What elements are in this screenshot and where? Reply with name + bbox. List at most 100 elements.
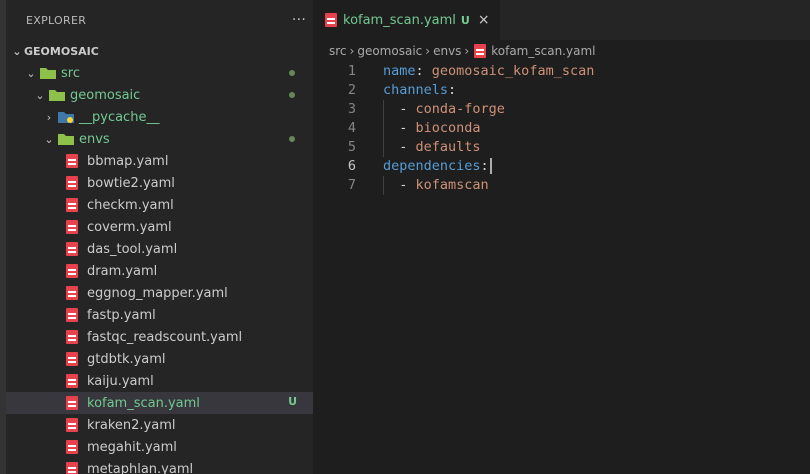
folder-item[interactable]: ⌄ src xyxy=(6,62,313,84)
folder-item[interactable]: › __pycache__ xyxy=(6,106,313,128)
code-line: 7 - kofamscan xyxy=(313,176,810,195)
yaml-value: kofamscan xyxy=(415,177,489,193)
line-number: 1 xyxy=(347,63,356,79)
file-item[interactable]: metaphlan.yaml xyxy=(6,458,313,474)
yaml-key: channels xyxy=(383,82,449,98)
yaml-file-icon xyxy=(66,352,78,366)
yaml-file-icon xyxy=(66,396,78,410)
folder-icon xyxy=(49,90,65,101)
yaml-file-icon xyxy=(66,418,78,432)
git-status-dot xyxy=(289,136,295,142)
chevron-right-icon: › xyxy=(425,44,431,58)
item-label: kraken2.yaml xyxy=(87,417,176,433)
untracked-badge: U xyxy=(460,13,470,27)
code-line: 5 - defaults xyxy=(313,138,810,157)
folder-item[interactable]: ⌄ geomosaic xyxy=(6,84,313,106)
code-line: 3 - conda-forge xyxy=(313,100,810,119)
explorer-sidebar: EXPLORER ··· ⌄ GEOMOSAIC ⌄ src ⌄ geomosaic ›… xyxy=(6,0,313,474)
breadcrumb-item-geomosaic[interactable]: geomosaic xyxy=(357,44,422,58)
close-icon[interactable]: × xyxy=(478,12,490,28)
file-item[interactable]: checkm.yaml xyxy=(6,194,313,216)
item-label: src xyxy=(61,65,80,81)
line-text: name: geomosaic_kofam_scan xyxy=(383,62,594,81)
file-item[interactable]: fastqc_readscount.yaml xyxy=(6,326,313,348)
item-label: das_tool.yaml xyxy=(87,241,178,257)
item-label: bbmap.yaml xyxy=(87,153,169,169)
breadcrumb-item-file[interactable]: kofam_scan.yaml xyxy=(491,44,595,58)
yaml-punctuation: - xyxy=(383,177,416,193)
line-number: 3 xyxy=(347,101,356,117)
yaml-punctuation: - xyxy=(383,101,416,117)
git-status-dot xyxy=(289,92,295,98)
folder-item[interactable]: ⌄ envs xyxy=(6,128,313,150)
item-label: metaphlan.yaml xyxy=(87,461,194,474)
breadcrumb-item-envs[interactable]: envs xyxy=(433,44,461,58)
code-line: 4 - bioconda xyxy=(313,119,810,138)
yaml-file-icon xyxy=(66,154,78,168)
yaml-file-icon xyxy=(66,286,78,300)
line-number: 5 xyxy=(347,139,356,155)
file-item[interactable]: coverm.yaml xyxy=(6,216,313,238)
code-line: 2 channels: xyxy=(313,81,810,100)
item-label: megahit.yaml xyxy=(87,439,177,455)
yaml-file-icon xyxy=(66,440,78,454)
git-status-dot xyxy=(289,70,295,76)
yaml-punctuation: : xyxy=(415,63,432,79)
chevron-right-icon: › xyxy=(46,110,52,124)
explorer-title: EXPLORER xyxy=(26,13,87,27)
breadcrumb: src › geomosaic › envs › kofam_scan.yaml xyxy=(313,40,810,62)
yaml-punctuation: - xyxy=(383,139,416,155)
code-line: 6 dependencies: xyxy=(313,157,810,176)
file-item[interactable]: bowtie2.yaml xyxy=(6,172,313,194)
file-item[interactable]: megahit.yaml xyxy=(6,436,313,458)
yaml-file-icon xyxy=(66,220,78,234)
yaml-value: bioconda xyxy=(415,120,481,136)
item-label: __pycache__ xyxy=(79,109,160,125)
file-item[interactable]: kaiju.yaml xyxy=(6,370,313,392)
tab-kofam-scan[interactable]: kofam_scan.yaml U × xyxy=(313,0,500,40)
chevron-down-icon: ⌄ xyxy=(26,66,36,80)
file-item[interactable]: das_tool.yaml xyxy=(6,238,313,260)
line-number: 4 xyxy=(347,120,356,136)
file-item[interactable]: eggnog_mapper.yaml xyxy=(6,282,313,304)
line-text: - defaults xyxy=(383,138,481,157)
file-item[interactable]: fastp.yaml xyxy=(6,304,313,326)
yaml-file-icon xyxy=(66,198,78,212)
yaml-key: name xyxy=(383,63,416,79)
yaml-file-icon xyxy=(66,462,78,474)
item-label: gtdbtk.yaml xyxy=(87,351,166,367)
line-text: channels: xyxy=(383,81,456,100)
chevron-right-icon: › xyxy=(349,44,355,58)
code-editor[interactable]: 1 name: geomosaic_kofam_scan 2 channels: 3 -… xyxy=(313,62,810,195)
file-item[interactable]: bbmap.yaml xyxy=(6,150,313,172)
yaml-value: defaults xyxy=(415,139,481,155)
item-label: fastqc_readscount.yaml xyxy=(87,329,243,345)
text-cursor xyxy=(489,158,492,174)
file-item[interactable]: kraken2.yaml xyxy=(6,414,313,436)
code-line: 1 name: geomosaic_kofam_scan xyxy=(313,62,810,81)
file-item[interactable]: gtdbtk.yaml xyxy=(6,348,313,370)
file-item[interactable]: dram.yaml xyxy=(6,260,313,282)
file-item[interactable]: kofam_scan.yaml U xyxy=(6,392,313,414)
yaml-file-icon xyxy=(66,264,78,278)
line-text: - bioconda xyxy=(383,119,481,138)
item-label: kaiju.yaml xyxy=(87,373,154,389)
breadcrumb-item-src[interactable]: src xyxy=(329,44,347,58)
folder-icon xyxy=(40,68,56,79)
chevron-down-icon: ⌄ xyxy=(35,88,45,102)
yaml-file-icon xyxy=(66,308,78,322)
line-text: - kofamscan xyxy=(383,176,489,195)
workspace-name: GEOMOSAIC xyxy=(24,44,99,58)
workspace-section-header[interactable]: ⌄ GEOMOSAIC xyxy=(6,40,313,62)
chevron-right-icon: › xyxy=(464,44,470,58)
yaml-punctuation: - xyxy=(383,120,416,136)
line-number: 2 xyxy=(347,82,356,98)
item-label: envs xyxy=(79,131,110,147)
yaml-file-icon xyxy=(474,44,487,58)
more-actions-icon[interactable]: ··· xyxy=(285,12,313,28)
item-label: coverm.yaml xyxy=(87,219,172,235)
yaml-value: geomosaic_kofam_scan xyxy=(431,63,595,79)
item-label: bowtie2.yaml xyxy=(87,175,175,191)
item-label: checkm.yaml xyxy=(87,197,174,213)
yaml-key: dependencies xyxy=(383,158,481,174)
